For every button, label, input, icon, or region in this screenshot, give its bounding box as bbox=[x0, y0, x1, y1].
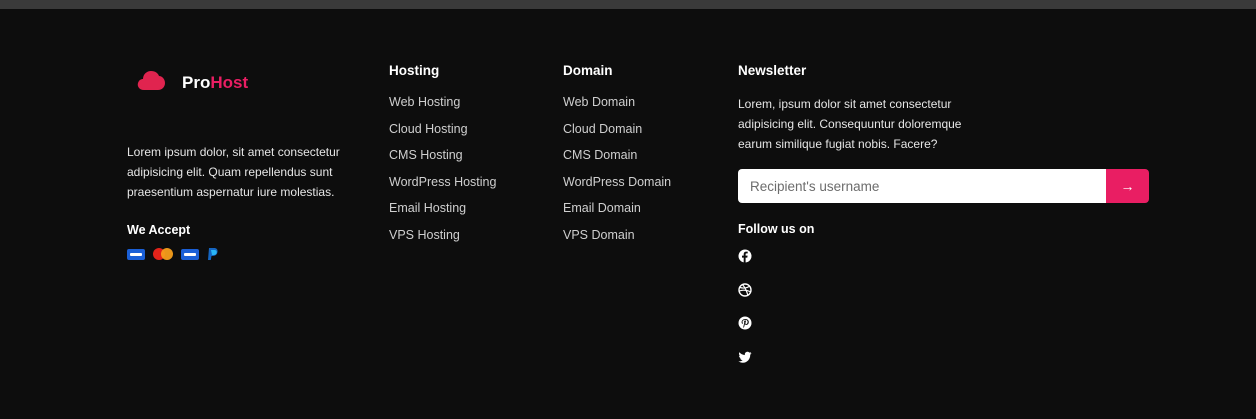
brand-logo[interactable]: ProHost bbox=[136, 67, 248, 93]
hosting-link-web[interactable]: Web Hosting bbox=[389, 94, 496, 121]
about-text: Lorem ipsum dolor, sit amet consectetur … bbox=[127, 145, 340, 199]
cloud-icon bbox=[137, 71, 165, 90]
hosting-link-cms[interactable]: CMS Hosting bbox=[389, 147, 496, 174]
payment-methods bbox=[127, 247, 219, 261]
domain-links: Web Domain Cloud Domain CMS Domain WordP… bbox=[563, 94, 671, 254]
domain-link-cloud[interactable]: Cloud Domain bbox=[563, 121, 671, 148]
newsletter-heading: Newsletter bbox=[738, 63, 807, 78]
top-border bbox=[0, 0, 1256, 9]
brand-name-accent: Host bbox=[210, 73, 249, 92]
domain-link-email[interactable]: Email Domain bbox=[563, 200, 671, 227]
facebook-icon[interactable] bbox=[738, 249, 752, 263]
paypal-icon bbox=[208, 248, 218, 260]
domain-column: Domain Web Domain Cloud Domain CMS Domai… bbox=[563, 62, 671, 254]
hosting-link-wordpress[interactable]: WordPress Hosting bbox=[389, 174, 496, 201]
amex-icon bbox=[181, 248, 199, 260]
pinterest-icon[interactable] bbox=[738, 316, 752, 330]
hosting-heading: Hosting bbox=[389, 63, 440, 78]
domain-link-cms[interactable]: CMS Domain bbox=[563, 147, 671, 174]
domain-heading: Domain bbox=[563, 63, 613, 78]
twitter-icon[interactable] bbox=[738, 350, 752, 364]
social-links bbox=[738, 249, 752, 383]
follow-us-heading: Follow us on bbox=[738, 222, 815, 236]
newsletter-description: Lorem, ipsum dolor sit amet consectetur … bbox=[738, 97, 962, 151]
domain-link-wordpress[interactable]: WordPress Domain bbox=[563, 174, 671, 201]
recipient-username-input[interactable] bbox=[738, 169, 1106, 203]
mastercard-icon bbox=[153, 248, 173, 260]
dribbble-icon[interactable] bbox=[738, 282, 752, 297]
hosting-link-vps[interactable]: VPS Hosting bbox=[389, 227, 496, 254]
brand-name-prefix: Pro bbox=[182, 73, 211, 92]
site-footer: ProHost Lorem ipsum dolor, sit amet cons… bbox=[8, 9, 1256, 419]
hosting-link-email[interactable]: Email Hosting bbox=[389, 200, 496, 227]
arrow-right-icon: → bbox=[1120, 178, 1135, 194]
subscribe-button[interactable]: → bbox=[1106, 169, 1149, 203]
hosting-link-cloud[interactable]: Cloud Hosting bbox=[389, 121, 496, 148]
domain-link-web[interactable]: Web Domain bbox=[563, 94, 671, 121]
hosting-column: Hosting Web Hosting Cloud Hosting CMS Ho… bbox=[389, 62, 496, 254]
hosting-links: Web Hosting Cloud Hosting CMS Hosting Wo… bbox=[389, 94, 496, 254]
brand-name: ProHost bbox=[182, 73, 248, 93]
newsletter-section: Newsletter Lorem, ipsum dolor sit amet c… bbox=[738, 62, 1158, 363]
domain-link-vps[interactable]: VPS Domain bbox=[563, 227, 671, 254]
visa-icon bbox=[127, 248, 145, 260]
subscribe-form: → bbox=[738, 169, 1149, 203]
we-accept-heading: We Accept bbox=[127, 223, 191, 237]
